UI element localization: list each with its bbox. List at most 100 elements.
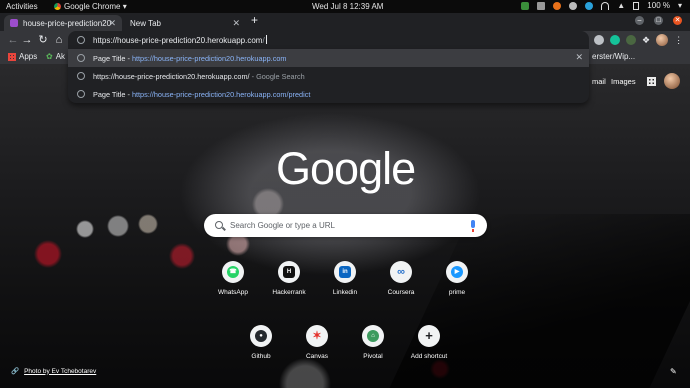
microphone-icon[interactable] <box>471 220 475 232</box>
ubuntu-icon[interactable] <box>569 1 578 10</box>
logo-letter: G <box>276 143 311 194</box>
minimize-icon[interactable]: – <box>635 16 644 25</box>
logo-letter: e <box>391 143 416 194</box>
google-apps-icon[interactable] <box>647 77 656 86</box>
shortcut-tile: ✶ <box>306 325 328 347</box>
wifi-icon[interactable] <box>601 1 610 10</box>
new-tab-button[interactable]: + <box>251 14 258 26</box>
shortcut-label: Linkedin <box>332 289 358 296</box>
shortcut-tile: ☎ <box>222 261 244 283</box>
leaf-icon: ✿ <box>46 52 53 61</box>
suggestion-url: https://house-price-prediction20.herokua… <box>131 89 311 99</box>
address-text[interactable]: https://house-price-prediction20.herokua… <box>93 35 267 45</box>
canvas-icon: ✶ <box>312 330 322 342</box>
remove-suggestion-icon[interactable]: ✕ <box>575 52 583 63</box>
tab-new-tab[interactable]: New Tab ✕ <box>124 15 246 31</box>
grammarly-icon[interactable] <box>610 35 620 45</box>
maximize-icon[interactable]: □ <box>654 16 663 25</box>
customize-pencil-icon[interactable]: ✎ <box>670 367 677 376</box>
gmail-link[interactable]: mail <box>592 77 606 86</box>
shortcut-github[interactable]: ● Github <box>236 325 286 360</box>
system-tray[interactable]: ▲ 100 % ▾ <box>521 1 682 10</box>
account-avatar[interactable] <box>664 73 680 89</box>
shortcut-tile: in <box>334 261 356 283</box>
shield-icon[interactable] <box>521 1 530 10</box>
menu-kebab-icon[interactable]: ⋮ <box>674 35 683 46</box>
shortcut-prime[interactable]: ▶ prime <box>432 261 482 296</box>
address-bar[interactable]: https://house-price-prediction20.herokua… <box>68 31 589 49</box>
bookmark-item[interactable]: ✿ Ak <box>46 52 65 61</box>
shortcut-canvas[interactable]: ✶ Canvas <box>292 325 342 360</box>
app-menu[interactable]: Google Chrome ▾ <box>54 2 127 11</box>
shortcut-label: WhatsApp <box>218 289 248 296</box>
globe-icon <box>77 90 85 98</box>
window-controls: – □ ✕ <box>635 16 682 25</box>
suggestion-item[interactable]: https://house-price-prediction20.herokua… <box>68 67 589 85</box>
tab-house-price[interactable]: house-price-prediction20 ✕ <box>4 15 122 31</box>
shortcut-pivotal[interactable]: ⌂ Pivotal <box>348 325 398 360</box>
apps-grid-icon <box>8 52 16 61</box>
extensions-area: ❖ ⋮ <box>594 34 683 46</box>
search-box[interactable]: Search Google or type a URL <box>204 214 487 237</box>
shortcut-label: Github <box>251 353 271 360</box>
photo-credit-link[interactable]: Photo by Ev Tchebotarev <box>24 368 96 375</box>
globe-icon <box>77 54 85 62</box>
close-tab-icon[interactable]: ✕ <box>232 18 240 29</box>
shortcut-linkedin[interactable]: in Linkedin <box>320 261 370 296</box>
logo-letter: o <box>334 143 359 194</box>
images-link[interactable]: Images <box>611 77 636 86</box>
extension-icon[interactable] <box>594 35 604 45</box>
home-icon[interactable]: ⌂ <box>52 33 66 47</box>
linkedin-icon: in <box>339 266 351 278</box>
suggestion-item[interactable]: Page Title - https://house-price-predict… <box>68 85 589 103</box>
bookmark-label: erster/Wip... <box>592 52 636 61</box>
suggestion-prefix: Page Title - <box>93 89 132 99</box>
shortcut-label: Pivotal <box>363 353 383 360</box>
telegram-icon[interactable] <box>585 1 594 10</box>
link-icon: 🔗 <box>11 368 20 375</box>
shortcut-hackerrank[interactable]: H Hackerrank <box>264 261 314 296</box>
notification-icon[interactable] <box>553 1 562 10</box>
profile-avatar[interactable] <box>656 34 669 46</box>
shortcut-label: Hackerrank <box>272 289 306 296</box>
search-icon <box>215 221 223 229</box>
forward-icon[interactable]: → <box>20 33 34 47</box>
volume-icon[interactable]: ▲ <box>617 1 625 10</box>
hackerrank-icon: H <box>283 266 295 278</box>
add-icon: + <box>425 328 433 343</box>
activities-button[interactable]: Activities <box>6 2 38 11</box>
system-top-bar: Activities Google Chrome ▾ Wed Jul 8 12:… <box>0 0 690 13</box>
shortcut-tile: + <box>418 325 440 347</box>
extension-icon[interactable] <box>626 35 636 45</box>
suggestion-item[interactable]: Page Title - https://house-price-predict… <box>68 49 589 67</box>
logo-letter: l <box>382 143 392 194</box>
shortcut-coursera[interactable]: ∞ Coursera <box>376 261 426 296</box>
shortcut-whatsapp[interactable]: ☎ WhatsApp <box>208 261 258 296</box>
chrome-icon <box>54 3 61 10</box>
battery-level: 100 % <box>647 1 670 10</box>
globe-icon <box>77 36 85 44</box>
battery-icon[interactable] <box>633 1 640 10</box>
shortcut-tile: H <box>278 261 300 283</box>
globe-icon <box>77 72 85 80</box>
omnibox-suggestions: Page Title - https://house-price-predict… <box>68 49 589 103</box>
bookmark-label: Apps <box>19 52 38 61</box>
dropbox-icon[interactable] <box>537 1 546 10</box>
shortcut-add[interactable]: + Add shortcut <box>404 325 454 360</box>
back-icon[interactable]: ← <box>6 33 20 47</box>
bookmark-item[interactable]: erster/Wip... <box>592 52 635 61</box>
close-window-icon[interactable]: ✕ <box>673 16 682 25</box>
logo-letter: g <box>358 143 383 194</box>
clock[interactable]: Wed Jul 8 12:39 AM <box>312 2 383 11</box>
system-menu-chevron-icon[interactable]: ▾ <box>678 1 682 10</box>
suggestion-url: https://house-price-prediction20.herokua… <box>131 53 287 63</box>
suggestion-suffix: - Google Search <box>249 71 305 81</box>
close-tab-icon[interactable]: ✕ <box>108 18 116 29</box>
bookmark-apps[interactable]: Apps <box>8 52 37 61</box>
reload-icon[interactable]: ↻ <box>36 33 50 47</box>
tab-favicon-icon <box>10 19 18 27</box>
shortcut-label: Add shortcut <box>410 353 448 360</box>
shortcut-label: Coursera <box>387 289 415 296</box>
extensions-puzzle-icon[interactable]: ❖ <box>642 35 650 46</box>
photo-credit: 🔗 Photo by Ev Tchebotarev <box>11 367 96 376</box>
